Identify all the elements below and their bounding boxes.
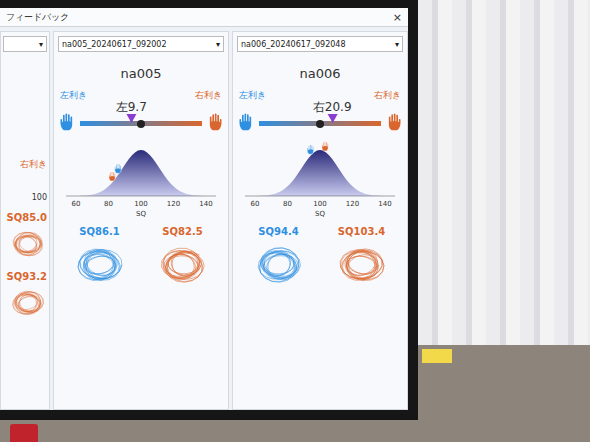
axis-label: SQ bbox=[136, 210, 146, 218]
result-column: na005_20240617_092002 ▾ na005 左利き 右利き左9.7 60 8… bbox=[53, 31, 229, 410]
right-hand-label: 右利き bbox=[195, 89, 222, 102]
drawing-scribble bbox=[253, 241, 305, 289]
dropdown[interactable]: ▾ bbox=[3, 36, 47, 52]
drawing-scribble bbox=[9, 227, 47, 261]
window-title: フィードバック bbox=[6, 11, 69, 24]
sticky-note bbox=[422, 349, 452, 363]
left-hand-label: 左利き bbox=[239, 89, 266, 102]
left-hand-label: 左利き bbox=[60, 89, 87, 102]
pen-cup bbox=[10, 424, 38, 442]
right-hand-label: 右利き bbox=[374, 89, 401, 102]
dropdown-arrow[interactable]: ▾ bbox=[39, 40, 43, 49]
score-block: SQ82.5 bbox=[157, 226, 209, 289]
desk bbox=[0, 420, 418, 442]
right-hand-icon bbox=[383, 112, 403, 132]
marker-triangle-icon bbox=[327, 114, 337, 123]
axis-tick: 140 bbox=[378, 200, 391, 208]
axis-tick: 100 bbox=[32, 193, 47, 202]
partial-column: ▾ 右利き 100 SQ85.0 SQ93.2 bbox=[0, 31, 50, 410]
subject-name: na006 bbox=[299, 66, 340, 81]
axis-tick: 60 bbox=[72, 200, 81, 208]
handedness-reading: 左9.7 bbox=[116, 101, 147, 114]
monitor: フィードバック × ▾ 右利き 100 SQ85.0 SQ93.2 na005_2024061… bbox=[0, 0, 418, 420]
sq-distribution-chart: 60 80 100 120 140 SQ bbox=[66, 138, 216, 218]
dropdown-value: na005_20240617_092002 bbox=[62, 40, 167, 49]
axis-tick: 140 bbox=[199, 200, 212, 208]
handedness-reading: 右20.9 bbox=[313, 101, 352, 114]
left-hand-icon bbox=[58, 112, 78, 132]
dropdown-value: na006_20240617_092048 bbox=[241, 40, 346, 49]
axis-tick: 80 bbox=[283, 200, 292, 208]
hand-marker-icon bbox=[109, 172, 115, 181]
score-label: SQ94.4 bbox=[258, 226, 298, 237]
sq-distribution-chart: 60 80 100 120 140 SQ bbox=[245, 138, 395, 218]
feedback-panels: ▾ 右利き 100 SQ85.0 SQ93.2 na005_20240617_092002… bbox=[0, 27, 408, 410]
desk bbox=[418, 345, 590, 442]
dropdown-arrow[interactable]: ▾ bbox=[216, 40, 220, 49]
axis-tick: 80 bbox=[104, 200, 113, 208]
dropdown-arrow[interactable]: ▾ bbox=[395, 40, 399, 49]
handedness-marker: 右20.9 bbox=[313, 101, 352, 123]
handedness-marker: 左9.7 bbox=[116, 101, 147, 123]
score-block: SQ94.4 bbox=[253, 226, 305, 289]
score-row: SQ86.1 SQ82.5 bbox=[58, 226, 224, 289]
score-label: SQ103.4 bbox=[338, 226, 385, 237]
right-hand-icon bbox=[204, 112, 224, 132]
hand-marker-icon bbox=[322, 142, 328, 151]
handedness-scale: 左利き 右利き左9.7 bbox=[58, 89, 224, 132]
axis-tick: 60 bbox=[251, 200, 260, 208]
subject-name: na005 bbox=[120, 66, 161, 81]
axis-tick: 120 bbox=[346, 200, 359, 208]
drawing-scribble bbox=[9, 286, 47, 320]
drawing-scribble bbox=[74, 241, 126, 289]
hand-label: 右利き bbox=[20, 158, 47, 171]
score-row: SQ94.4 SQ103.4 bbox=[237, 226, 403, 289]
axis-label: SQ bbox=[315, 210, 325, 218]
score-label: SQ82.5 bbox=[162, 226, 202, 237]
score-block: SQ103.4 bbox=[336, 226, 388, 289]
score-label: SQ93.2 bbox=[7, 271, 47, 282]
dropdown[interactable]: na005_20240617_092002 ▾ bbox=[58, 36, 224, 52]
hand-marker-icon bbox=[307, 145, 313, 154]
score-block: SQ85.0 bbox=[7, 212, 47, 261]
center-dot bbox=[137, 120, 145, 128]
window-titlebar: フィードバック × bbox=[0, 8, 408, 27]
screen: フィードバック × ▾ 右利き 100 SQ85.0 SQ93.2 na005_2024061… bbox=[0, 8, 408, 410]
left-hand-icon bbox=[237, 112, 257, 132]
axis-tick: 120 bbox=[167, 200, 180, 208]
result-column: na006_20240617_092048 ▾ na006 左利き 右利き右20.9 60… bbox=[232, 31, 408, 410]
score-block: SQ93.2 bbox=[7, 271, 47, 320]
score-block: SQ86.1 bbox=[74, 226, 126, 289]
score-label: SQ85.0 bbox=[7, 212, 47, 223]
drawing-scribble bbox=[336, 241, 388, 289]
drawing-scribble bbox=[157, 241, 209, 289]
dropdown[interactable]: na006_20240617_092048 ▾ bbox=[237, 36, 403, 52]
marker-triangle-icon bbox=[126, 114, 136, 123]
center-dot bbox=[316, 120, 324, 128]
handedness-scale: 左利き 右利き右20.9 bbox=[237, 89, 403, 132]
distribution-curve bbox=[245, 150, 395, 196]
curtain bbox=[418, 0, 590, 345]
axis-tick: 100 bbox=[313, 200, 326, 208]
distribution-curve bbox=[66, 150, 216, 196]
hand-marker-icon bbox=[115, 164, 121, 173]
photo-scene: フィードバック × ▾ 右利き 100 SQ85.0 SQ93.2 na005_2024061… bbox=[0, 0, 590, 442]
close-button[interactable]: × bbox=[393, 11, 402, 24]
score-label: SQ86.1 bbox=[79, 226, 119, 237]
axis-tick: 100 bbox=[134, 200, 147, 208]
